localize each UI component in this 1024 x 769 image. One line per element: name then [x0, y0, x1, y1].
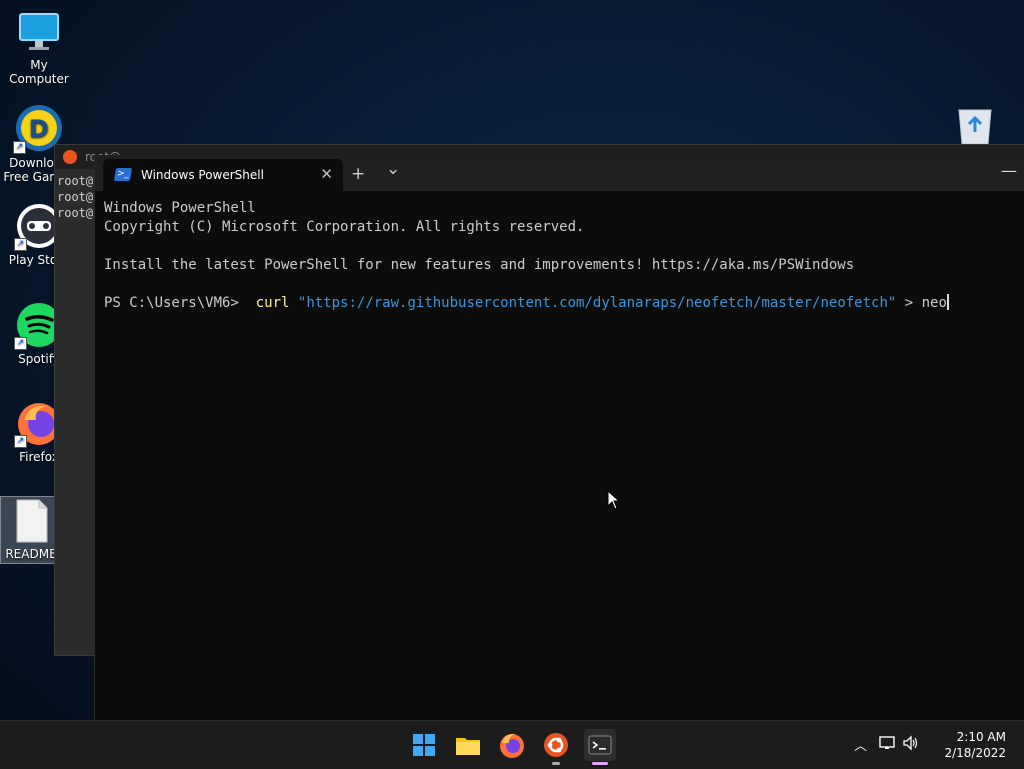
system-tray: ︿ 2:10 AM 2/18/2022 — [854, 721, 1024, 769]
text-cursor — [946, 294, 949, 310]
clock-time: 2:10 AM — [956, 730, 1006, 744]
file-explorer-button[interactable] — [452, 729, 484, 761]
shortcut-arrow-icon: ↗ — [13, 141, 26, 154]
minimize-button[interactable]: — — [1001, 161, 1017, 180]
taskbar: ︿ 2:10 AM 2/18/2022 — [0, 720, 1024, 769]
monitor-icon — [17, 10, 61, 54]
volume-icon[interactable] — [902, 735, 920, 754]
shortcut-arrow-icon: ↗ — [14, 435, 27, 448]
desktop-icon-label: Firefox — [19, 450, 59, 464]
chevron-up-icon[interactable]: ︿ — [854, 735, 867, 754]
desktop-icon-my-computer[interactable]: My Computer — [0, 10, 78, 86]
clock-date: 2/18/2022 — [944, 746, 1006, 760]
network-icon[interactable] — [878, 735, 896, 754]
svg-text:D: D — [29, 115, 49, 143]
ubuntu-icon — [63, 150, 77, 164]
recycle-bin-icon[interactable] — [955, 106, 995, 145]
output-line: Copyright (C) Microsoft Corporation. All… — [104, 219, 585, 235]
document-icon — [11, 499, 51, 543]
output-line: Windows PowerShell — [104, 200, 256, 216]
ubuntu-taskbar-button[interactable] — [540, 729, 572, 765]
redirect-text: > neo — [896, 295, 947, 311]
terminal-output[interactable]: Windows PowerShell Copyright (C) Microso… — [95, 191, 1024, 313]
shortcut-arrow-icon: ↗ — [14, 238, 27, 251]
new-tab-button[interactable]: + — [351, 164, 365, 184]
mouse-pointer-icon — [607, 489, 621, 514]
firefox-taskbar-button[interactable] — [496, 729, 528, 761]
terminal-taskbar-button[interactable] — [584, 729, 616, 765]
desktop-icon-label: README — [5, 547, 57, 561]
running-indicator — [552, 762, 560, 765]
command-text: curl — [255, 295, 290, 311]
desktop-icon-label: My Computer — [9, 58, 69, 86]
ubuntu-icon — [544, 733, 568, 757]
output-line: Install the latest PowerShell for new fe… — [104, 257, 855, 273]
powershell-icon: >_ — [113, 168, 133, 181]
desktop-icon-readme[interactable]: README — [0, 496, 62, 564]
terminal-icon — [588, 735, 612, 755]
clock[interactable]: 2:10 AM 2/18/2022 — [944, 729, 1006, 761]
chevron-down-icon[interactable]: ⌄ — [386, 159, 400, 179]
start-button[interactable] — [408, 729, 440, 761]
windows-terminal-window[interactable]: >_ Windows PowerShell ✕ + ⌄ — Windows Po… — [94, 155, 1024, 720]
firefox-icon — [500, 733, 524, 758]
shortcut-arrow-icon: ↗ — [14, 337, 27, 350]
tab-title: Windows PowerShell — [141, 168, 264, 182]
prompt: PS C:\Users\VM6> — [104, 295, 248, 311]
url-argument: "https://raw.githubusercontent.com/dylan… — [297, 295, 897, 311]
folder-icon — [456, 738, 480, 755]
running-indicator — [592, 762, 608, 765]
close-tab-icon[interactable]: ✕ — [320, 165, 333, 183]
windows-logo-icon — [413, 734, 435, 756]
tab-windows-powershell[interactable]: >_ Windows PowerShell ✕ — [103, 159, 343, 191]
terminal-tab-bar[interactable]: >_ Windows PowerShell ✕ + ⌄ — — [95, 155, 1024, 191]
